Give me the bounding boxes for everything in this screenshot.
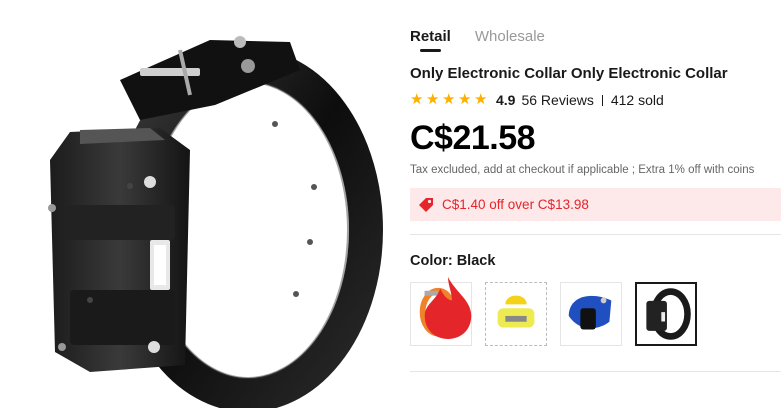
star-icon: ★ xyxy=(426,91,440,108)
swatch-orange[interactable] xyxy=(410,277,472,346)
rating-value: 4.9 xyxy=(496,92,516,108)
product-title: Only Electronic Collar Only Electronic C… xyxy=(410,65,728,82)
product-info-panel: Retail Wholesale Only Electronic Collar … xyxy=(410,0,781,408)
color-label: Color: Black xyxy=(410,253,496,269)
star-icon: ★ xyxy=(442,91,456,108)
swatch-yellow[interactable] xyxy=(485,282,547,346)
color-swatches xyxy=(410,277,697,346)
star-icon: ★ xyxy=(474,91,488,108)
coupon-text: C$1.40 off over C$13.98 xyxy=(442,197,589,212)
rating-row: ★ ★ ★ ★ ★ 4.9 56 Reviews 412 sold xyxy=(410,90,664,110)
swatch-blue[interactable] xyxy=(560,282,622,346)
divider xyxy=(601,94,603,106)
tab-wholesale[interactable]: Wholesale xyxy=(475,28,545,54)
star-rating: ★ ★ ★ ★ ★ xyxy=(410,91,488,108)
price-tabs: Retail Wholesale xyxy=(410,28,545,54)
tag-icon xyxy=(419,197,433,212)
star-icon: ★ xyxy=(410,91,424,108)
flame-icon xyxy=(424,277,472,339)
product-image[interactable] xyxy=(0,0,390,408)
tax-note: Tax excluded, add at checkout if applica… xyxy=(410,164,755,176)
section-divider xyxy=(410,371,781,372)
tab-retail[interactable]: Retail xyxy=(410,28,451,54)
star-icon: ★ xyxy=(458,91,472,108)
section-divider xyxy=(410,234,781,235)
reviews-link[interactable]: 56 Reviews xyxy=(521,92,593,108)
product-price: C$21.58 xyxy=(410,119,536,157)
sold-count: 412 sold xyxy=(610,92,664,108)
swatch-black[interactable] xyxy=(635,282,697,346)
coupon-banner[interactable]: C$1.40 off over C$13.98 xyxy=(410,188,781,221)
